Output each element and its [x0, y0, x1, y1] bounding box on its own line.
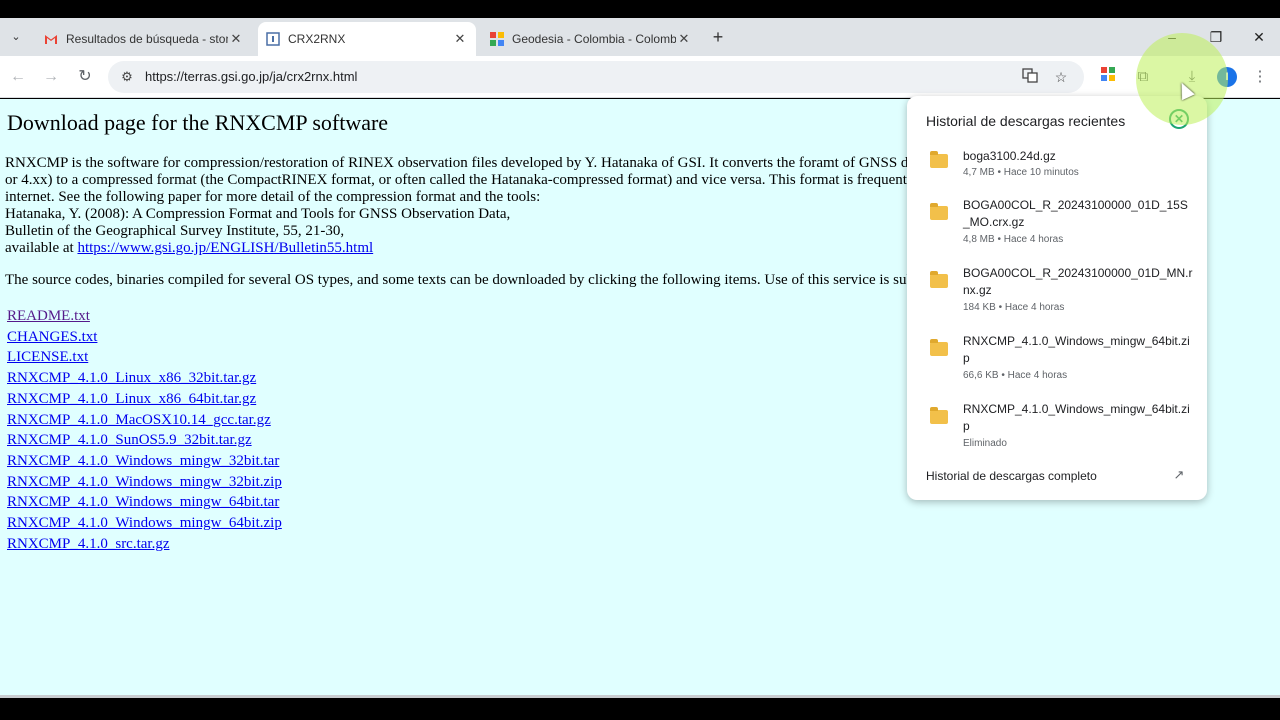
- tab-close-icon[interactable]: ✕: [676, 31, 692, 47]
- folder-icon: [930, 151, 948, 168]
- download-meta: Eliminado: [963, 438, 1007, 449]
- tab-strip: ⌄ Resultados de búsqueda - stone ✕ CRX2R…: [0, 18, 1280, 56]
- tab-title: Resultados de búsqueda - stone: [66, 32, 228, 46]
- file-link-sunos[interactable]: RNXCMP_4.1.0_SunOS5.9_32bit.tar.gz: [7, 430, 282, 451]
- window-bottom-edge: [0, 695, 1280, 698]
- apps-icon[interactable]: [1097, 66, 1119, 88]
- file-link-windows-64bit-zip[interactable]: RNXCMP_4.1.0_Windows_mingw_64bit.zip: [7, 513, 282, 534]
- full-history-link[interactable]: Historial de descargas completo: [926, 469, 1097, 483]
- tab-title: CRX2RNX: [288, 32, 346, 46]
- downloads-bubble: Historial de descargas recientes ✕ boga3…: [907, 96, 1207, 500]
- tab-search-icon[interactable]: ⌄: [6, 27, 26, 47]
- downloads-title: Historial de descargas recientes: [926, 113, 1126, 129]
- file-link-src[interactable]: RNXCMP_4.1.0_src.tar.gz: [7, 534, 282, 555]
- forward-icon[interactable]: →: [40, 66, 62, 88]
- file-link-linux-32bit[interactable]: RNXCMP_4.1.0_Linux_x86_32bit.tar.gz: [7, 368, 282, 389]
- file-link-changes[interactable]: CHANGES.txt: [7, 327, 282, 348]
- download-filename: BOGA00COL_R_20243100000_01D_15S_MO.crx.g…: [963, 198, 1188, 229]
- download-filename: boga3100.24d.gz: [963, 149, 1056, 163]
- file-link-windows-32bit-zip[interactable]: RNXCMP_4.1.0_Windows_mingw_32bit.zip: [7, 472, 282, 493]
- gmail-icon: [44, 32, 58, 46]
- back-icon[interactable]: ←: [7, 66, 29, 88]
- menu-kebab-icon[interactable]: ⋮: [1249, 66, 1271, 88]
- browser-toolbar: ← → ↻ ⚙ https://terras.gsi.go.jp/ja/crx2…: [0, 56, 1280, 98]
- reload-icon[interactable]: ↻: [74, 66, 96, 88]
- download-filename: BOGA00COL_R_20243100000_01D_MN.rnx.gz: [963, 266, 1193, 297]
- tab-search-results[interactable]: Resultados de búsqueda - stone ✕: [36, 22, 252, 56]
- tab-geodesia[interactable]: Geodesia - Colombia - Colombia ✕: [482, 22, 700, 56]
- folder-icon: [930, 407, 948, 424]
- file-link-license[interactable]: LICENSE.txt: [7, 347, 282, 368]
- site-info-icon[interactable]: ⚙: [118, 68, 136, 86]
- file-link-windows-64bit-tar[interactable]: RNXCMP_4.1.0_Windows_mingw_64bit.tar: [7, 492, 282, 513]
- url-text[interactable]: https://terras.gsi.go.jp/ja/crx2rnx.html: [145, 69, 357, 84]
- folder-icon: [930, 203, 948, 220]
- file-link-macosx[interactable]: RNXCMP_4.1.0_MacOSX10.14_gcc.tar.gz: [7, 410, 282, 431]
- folder-icon: [930, 271, 948, 288]
- tab-close-icon[interactable]: ✕: [228, 31, 244, 47]
- download-filename: RNXCMP_4.1.0_Windows_mingw_64bit.zip: [963, 334, 1190, 365]
- open-external-icon[interactable]: ↗: [1171, 467, 1187, 483]
- translate-icon[interactable]: [1020, 67, 1040, 87]
- close-window-icon[interactable]: ✕: [1248, 26, 1270, 48]
- download-meta: 4,7 MB • Hace 10 minutos: [963, 167, 1079, 178]
- file-link-windows-32bit-tar[interactable]: RNXCMP_4.1.0_Windows_mingw_32bit.tar: [7, 451, 282, 472]
- address-bar[interactable]: ⚙ https://terras.gsi.go.jp/ja/crx2rnx.ht…: [108, 61, 1084, 93]
- new-tab-button[interactable]: +: [708, 27, 728, 47]
- taskbar: [0, 695, 1280, 720]
- colombia-favicon-icon: [490, 32, 504, 46]
- download-meta: 4,8 MB • Hace 4 horas: [963, 234, 1064, 245]
- download-meta: 184 KB • Hace 4 horas: [963, 302, 1065, 313]
- file-link-readme[interactable]: README.txt: [7, 306, 282, 327]
- screen-top-border: [0, 0, 1280, 18]
- file-list: README.txt CHANGES.txt LICENSE.txt RNXCM…: [7, 306, 282, 554]
- tab-title: Geodesia - Colombia - Colombia: [512, 32, 676, 46]
- reference-prefix: available at: [5, 240, 74, 256]
- download-filename: RNXCMP_4.1.0_Windows_mingw_64bit.zip: [963, 402, 1190, 433]
- file-link-linux-64bit[interactable]: RNXCMP_4.1.0_Linux_x86_64bit.tar.gz: [7, 389, 282, 410]
- cursor-highlight: [1136, 33, 1228, 125]
- download-meta: 66,6 KB • Hace 4 horas: [963, 370, 1068, 381]
- page-heading: Download page for the RNXCMP software: [7, 110, 389, 135]
- tab-close-icon[interactable]: ✕: [452, 31, 468, 47]
- bookmark-star-icon[interactable]: ☆: [1051, 67, 1071, 87]
- folder-icon: [930, 339, 948, 356]
- page-favicon-icon: [266, 32, 280, 46]
- tab-crx2rnx[interactable]: CRX2RNX ✕: [258, 22, 476, 56]
- bulletin-link[interactable]: https://www.gsi.go.jp/ENGLISH/Bulletin55…: [77, 240, 373, 256]
